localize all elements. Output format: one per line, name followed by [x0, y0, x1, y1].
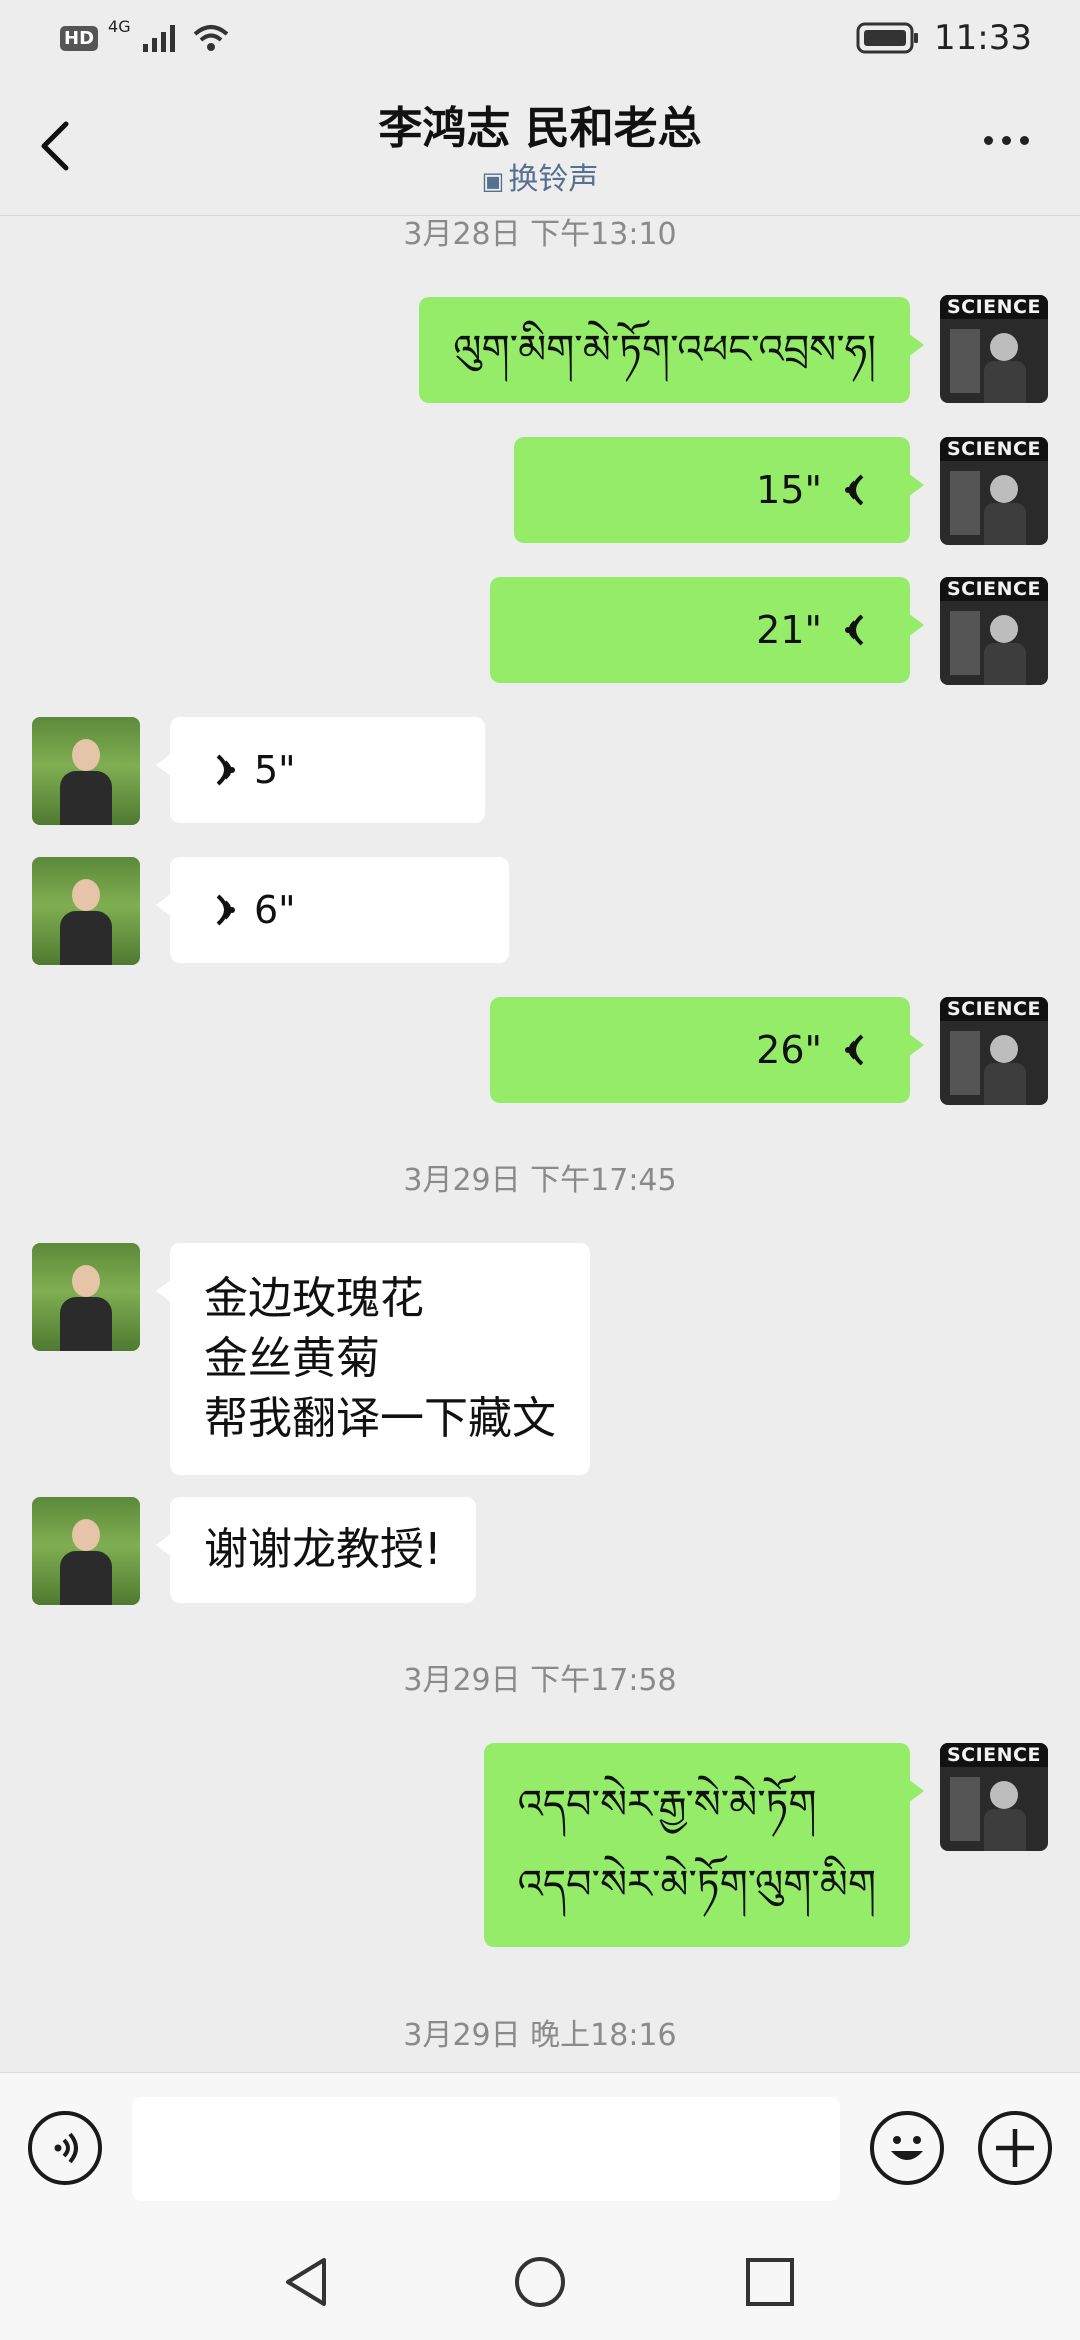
message-bubble-mine[interactable]: འདབ་སེར་རྒྱ་སེ་མེ་ཏོག འདབ་སེར་མེ་ཏོག་ལུག… — [483, 1743, 925, 1947]
emoji-icon — [891, 2136, 923, 2160]
battery-icon — [856, 22, 919, 54]
timestamp: 3月29日 下午17:45 — [403, 1163, 677, 1198]
wifi-icon — [193, 25, 228, 51]
nav-home-icon[interactable] — [512, 2254, 568, 2310]
voice-duration: 5" — [254, 748, 296, 792]
message-text: ལུག་མིག་མེ་ཏོག་འཕང་འབྲས་ཧ། — [453, 327, 876, 373]
bell-icon: ▣ — [481, 167, 505, 195]
ringtone-label: 换铃声 — [508, 162, 599, 197]
chat-area[interactable]: 3月28日 下午13:10 SCIENCE ལུག་མིག་མེ་ཏོག་འཕང… — [0, 215, 1080, 2070]
message-bubble-contact[interactable]: 金边玫瑰花 金丝黄菊 帮我翻译一下藏文 — [156, 1243, 590, 1475]
status-bar: HD 4G 11:33 — [0, 0, 1080, 80]
emoji-button[interactable] — [870, 2111, 944, 2185]
voice-wave-icon — [845, 614, 864, 646]
message-text: 谢谢龙教授! — [204, 1524, 442, 1575]
my-avatar[interactable]: SCIENCE — [940, 577, 1048, 685]
timestamp: 3月29日 晚上18:16 — [403, 2018, 677, 2053]
contact-avatar[interactable] — [32, 857, 140, 965]
message-input[interactable] — [132, 2097, 840, 2201]
voice-wave-icon — [216, 754, 235, 786]
contact-avatar[interactable] — [32, 1243, 140, 1351]
chat-title: 李鸿志 民和老总 — [378, 103, 702, 154]
voice-wave-icon — [845, 474, 864, 506]
hd-badge: HD — [60, 25, 99, 51]
message-bubble-mine[interactable]: ལུག་མིག་མེ་ཏོག་འཕང་འབྲས་ཧ། — [419, 297, 924, 403]
my-avatar[interactable]: SCIENCE — [940, 997, 1048, 1105]
voice-message-contact[interactable]: 5" — [156, 717, 485, 823]
voice-duration: 15" — [756, 468, 822, 512]
voice-message-contact[interactable]: 6" — [156, 857, 509, 963]
plus-icon — [996, 2129, 1034, 2167]
message-line: འདབ་སེར་མེ་ཏོག་ལུག་མིག — [517, 1862, 876, 1908]
contact-avatar[interactable] — [32, 717, 140, 825]
my-avatar[interactable]: SCIENCE — [940, 295, 1048, 403]
message-bubble-contact[interactable]: 谢谢龙教授! — [156, 1497, 476, 1603]
voice-duration: 6" — [254, 888, 296, 932]
voice-message-mine[interactable]: 15" — [514, 437, 924, 543]
voice-wave-icon — [845, 1034, 864, 1066]
more-button[interactable] — [984, 130, 1044, 160]
plus-button[interactable] — [978, 2111, 1052, 2185]
status-time: 11:33 — [934, 18, 1032, 58]
voice-duration: 26" — [756, 1028, 822, 1072]
input-bar — [0, 2072, 1080, 2223]
voice-duration: 21" — [756, 608, 822, 652]
my-avatar[interactable]: SCIENCE — [940, 1743, 1048, 1851]
ringtone-link[interactable]: ▣ 换铃声 — [0, 154, 1080, 198]
my-avatar[interactable]: SCIENCE — [940, 437, 1048, 545]
voice-mode-button[interactable] — [28, 2111, 102, 2185]
message-line: འདབ་སེར་རྒྱ་སེ་མེ་ཏོག — [517, 1782, 817, 1828]
nav-recents-icon[interactable] — [742, 2254, 798, 2310]
message-line: 金边玫瑰花 — [204, 1273, 424, 1324]
signal-icon — [142, 25, 175, 52]
timestamp: 3月28日 下午13:10 — [403, 217, 677, 252]
voice-message-mine[interactable]: 26" — [490, 997, 924, 1103]
nav-back-icon[interactable] — [280, 2254, 336, 2310]
voice-wave-icon — [216, 894, 235, 926]
contact-avatar[interactable] — [32, 1497, 140, 1605]
voice-message-mine[interactable]: 21" — [490, 577, 924, 683]
voice-mode-icon — [54, 2132, 78, 2164]
message-line: 帮我翻译一下藏文 — [204, 1393, 556, 1444]
message-line: 金丝黄菊 — [204, 1333, 380, 1384]
network-label: 4G — [108, 16, 131, 36]
more-dots-icon — [984, 136, 993, 145]
timestamp: 3月29日 下午17:58 — [403, 1663, 677, 1698]
system-nav-bar — [0, 2222, 1080, 2340]
chat-header: 李鸿志 民和老总 ▣ 换铃声 — [0, 80, 1080, 216]
